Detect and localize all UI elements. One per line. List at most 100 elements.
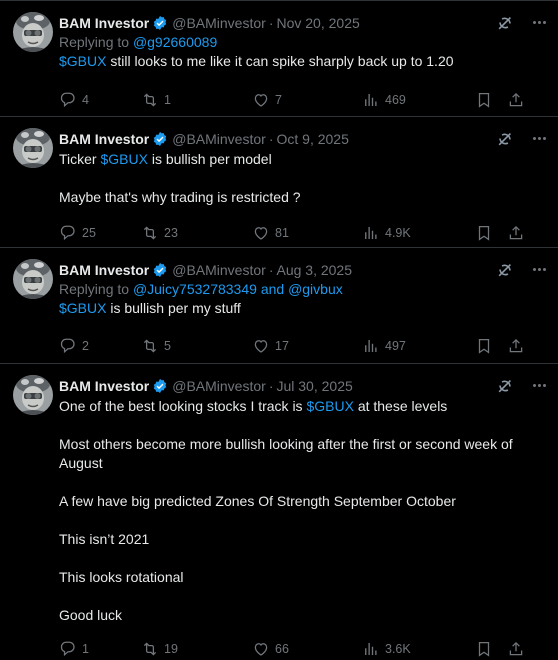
retweet-button[interactable]: 1 <box>141 91 171 109</box>
tweet-actions: 4 1 7 469 <box>59 82 544 118</box>
heart-icon <box>254 643 268 656</box>
share-icon <box>509 642 523 656</box>
tweet-actions: 25 23 81 4.9K <box>59 215 544 251</box>
verified-badge-icon <box>153 14 168 31</box>
reply-icon <box>60 641 75 656</box>
cashtag-link[interactable]: $GBUX <box>306 398 353 414</box>
separator-dot: · <box>268 261 274 278</box>
retweet-button[interactable]: 23 <box>141 224 178 242</box>
share-icon <box>509 93 523 107</box>
author-name[interactable]: BAM Investor <box>59 378 149 394</box>
mention-link[interactable]: @givbux <box>288 281 343 297</box>
bookmark-icon <box>478 338 490 354</box>
bookmark-button[interactable] <box>475 91 498 109</box>
author-handle[interactable]: @BAMinvestor <box>172 262 266 278</box>
bookmark-button[interactable] <box>475 337 498 355</box>
share-icon <box>509 339 523 353</box>
mention-link[interactable]: @g92660089 <box>133 34 217 50</box>
views-button[interactable]: 4.9K <box>362 224 411 242</box>
verified-badge-icon <box>153 261 168 278</box>
author-handle[interactable]: @BAMinvestor <box>172 378 266 394</box>
tweet-date[interactable]: Nov 20, 2025 <box>276 15 359 31</box>
tweet-top-actions <box>495 260 546 280</box>
retweet-icon <box>143 642 157 656</box>
avatar[interactable] <box>13 259 53 299</box>
views-button[interactable]: 3.6K <box>362 640 411 658</box>
author-name[interactable]: BAM Investor <box>59 15 149 31</box>
like-button[interactable]: 66 <box>252 640 289 658</box>
reply-button[interactable]: 25 <box>59 224 96 242</box>
more-icon[interactable] <box>533 268 546 271</box>
retweet-button[interactable]: 5 <box>141 337 171 355</box>
views-button[interactable]: 497 <box>362 337 406 355</box>
tweet-text: Ticker $GBUX is bullish per model Maybe … <box>59 151 301 205</box>
heart-icon <box>254 340 268 353</box>
reply-button[interactable]: 4 <box>59 91 89 109</box>
tweet-feed: BAM Investor @BAMinvestor · Nov 20, 2025… <box>0 0 558 659</box>
retweet-icon <box>143 226 157 240</box>
share-button[interactable] <box>507 91 530 109</box>
more-icon[interactable] <box>533 21 546 24</box>
reply-icon <box>60 225 75 240</box>
author-handle[interactable]: @BAMinvestor <box>172 131 266 147</box>
bookmark-button[interactable] <box>475 640 498 658</box>
retweet-button[interactable]: 19 <box>141 640 178 658</box>
reply-button[interactable]: 2 <box>59 337 89 355</box>
separator-dot: · <box>268 130 274 147</box>
replying-to: Replying to @Juicy7532783349 and @givbux <box>59 281 343 297</box>
tweet-date[interactable]: Jul 30, 2025 <box>276 378 352 394</box>
author-name[interactable]: BAM Investor <box>59 262 149 278</box>
views-icon <box>365 93 377 107</box>
grok-icon[interactable] <box>495 260 515 280</box>
share-icon <box>509 226 523 240</box>
cashtag-link[interactable]: $GBUX <box>100 151 147 167</box>
share-button[interactable] <box>507 337 530 355</box>
views-icon <box>365 339 377 353</box>
tweet[interactable]: BAM Investor @BAMinvestor · Aug 3, 2025 … <box>0 248 558 364</box>
tweet-date[interactable]: Oct 9, 2025 <box>276 131 348 147</box>
grok-icon[interactable] <box>495 129 515 149</box>
retweet-icon <box>143 339 157 353</box>
replying-to: Replying to @g92660089 <box>59 34 218 50</box>
tweet-date[interactable]: Aug 3, 2025 <box>276 262 352 278</box>
tweet[interactable]: BAM Investor @BAMinvestor · Jul 30, 2025… <box>0 364 558 659</box>
cashtag-link[interactable]: $GBUX <box>59 300 106 316</box>
separator-dot: · <box>268 377 274 394</box>
tweet-actions: 1 19 66 3.6K <box>59 631 544 660</box>
grok-icon[interactable] <box>495 13 515 33</box>
tweet-top-actions <box>495 376 546 396</box>
bookmark-icon <box>478 641 490 657</box>
author-name[interactable]: BAM Investor <box>59 131 149 147</box>
share-button[interactable] <box>507 640 530 658</box>
tweet[interactable]: BAM Investor @BAMinvestor · Nov 20, 2025… <box>0 0 558 117</box>
share-button[interactable] <box>507 224 530 242</box>
views-icon <box>365 226 377 240</box>
more-icon[interactable] <box>533 384 546 387</box>
verified-badge-icon <box>153 130 168 147</box>
grok-icon[interactable] <box>495 376 515 396</box>
reply-icon <box>60 92 75 107</box>
bookmark-icon <box>478 225 490 241</box>
avatar[interactable] <box>13 128 53 168</box>
reply-icon <box>60 338 75 353</box>
author-handle[interactable]: @BAMinvestor <box>172 15 266 31</box>
like-button[interactable]: 81 <box>252 224 289 242</box>
views-icon <box>365 642 377 656</box>
separator-dot: · <box>268 14 274 31</box>
reply-button[interactable]: 1 <box>59 640 89 658</box>
avatar[interactable] <box>13 375 53 415</box>
more-icon[interactable] <box>533 137 546 140</box>
tweet-text: One of the best looking stocks I track i… <box>59 398 513 623</box>
avatar[interactable] <box>13 12 53 52</box>
mention-link[interactable]: @Juicy7532783349 <box>133 281 257 297</box>
like-button[interactable]: 17 <box>252 337 289 355</box>
bookmark-button[interactable] <box>475 224 498 242</box>
tweet-text: $GBUX still looks to me like it can spik… <box>59 53 454 69</box>
like-button[interactable]: 7 <box>252 91 282 109</box>
views-button[interactable]: 469 <box>362 91 406 109</box>
retweet-icon <box>143 93 157 107</box>
tweet-actions: 2 5 17 497 <box>59 328 544 364</box>
tweet-text: $GBUX is bullish per my stuff <box>59 300 241 316</box>
cashtag-link[interactable]: $GBUX <box>59 53 106 69</box>
tweet[interactable]: BAM Investor @BAMinvestor · Oct 9, 2025 … <box>0 117 558 248</box>
